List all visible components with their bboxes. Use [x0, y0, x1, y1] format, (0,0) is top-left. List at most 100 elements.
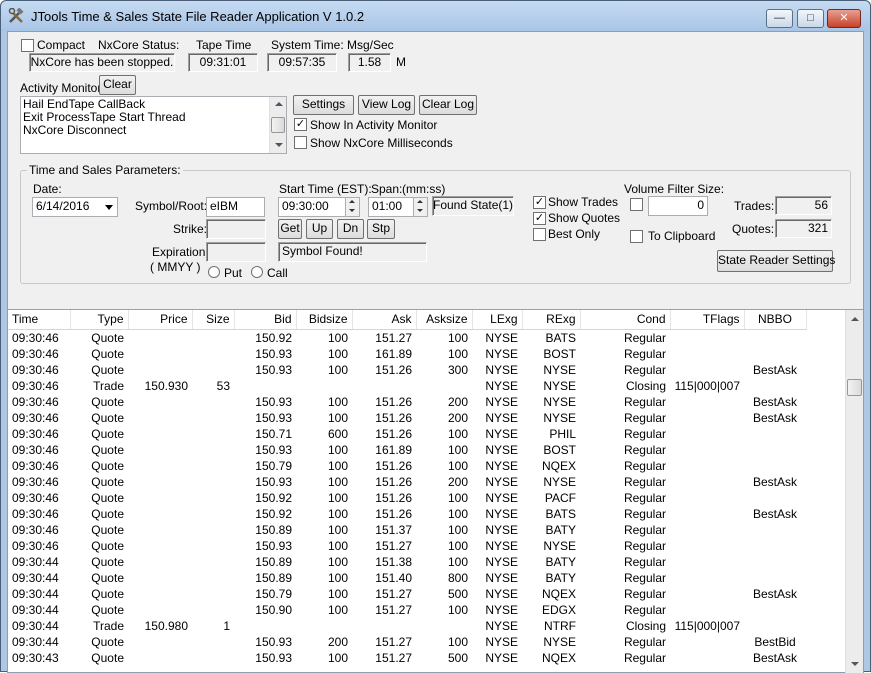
col-header-lexg[interactable]: LExg [472, 310, 523, 330]
table-row[interactable]: 09:30:46 Quote 150.93 100 161.89 100 NYSE BOST R… [8, 442, 806, 458]
table-row[interactable]: 09:30:46 Quote 150.92 100 151.26 100 NYSE BATS R… [8, 506, 806, 522]
table-row[interactable]: 09:30:46 Trade 150.930 53 NYSE NYSE Closing 115… [8, 378, 806, 394]
table-row[interactable]: 09:30:46 Quote 150.92 100 151.26 100 NYSE PACF R… [8, 490, 806, 506]
col-header-tflags[interactable]: TFlags [670, 310, 745, 330]
title-bar[interactable]: JTools Time & Sales State File Reader Ap… [1, 1, 870, 31]
cell-ask: 151.26 [375, 410, 412, 425]
volume-filter-input[interactable]: 0 [648, 196, 708, 216]
table-row[interactable]: 09:30:44 Quote 150.79 100 151.27 500 NYSE NQEX R… [8, 586, 806, 602]
col-header-time[interactable]: Time [8, 310, 71, 330]
scroll-up-icon[interactable] [275, 102, 283, 106]
stp-button[interactable]: Stp [367, 219, 395, 239]
show-quotes-checkbox[interactable]: ✓ [533, 212, 546, 225]
show-trades-checkbox[interactable]: ✓ [533, 196, 546, 209]
dn-button[interactable]: Dn [337, 219, 364, 239]
show-ms-checkbox[interactable] [294, 136, 307, 149]
strike-input[interactable] [206, 219, 266, 239]
expiration-label: Expiration: [152, 245, 209, 259]
cell-tflags [670, 442, 744, 458]
cell-price [128, 394, 192, 410]
show-in-monitor-checkbox[interactable]: ✓ [294, 118, 307, 131]
cell-price [128, 329, 192, 346]
close-button[interactable]: ✕ [827, 9, 861, 28]
state-reader-settings-button[interactable]: State Reader Settings [717, 250, 835, 272]
spin-up-icon[interactable] [349, 200, 355, 203]
cell-bid: 150.93 [255, 538, 292, 553]
col-header-bidsize[interactable]: Bidsize [296, 310, 353, 330]
cell-bid: 150.93 [255, 362, 292, 377]
cell-type: Quote [91, 522, 124, 537]
activity-clear-button[interactable]: Clear [99, 75, 136, 95]
activity-scrollbar[interactable] [269, 97, 286, 153]
table-row[interactable]: 09:30:44 Quote 150.93 200 151.27 100 NYSE NYSE R… [8, 634, 806, 650]
table-row[interactable]: 09:30:46 Quote 150.89 100 151.37 100 NYSE BATY R… [8, 522, 806, 538]
cell-nbbo [744, 570, 806, 586]
table-row[interactable]: 09:30:43 Quote 150.93 100 151.27 500 NYSE NQEX R… [8, 650, 806, 666]
table-row[interactable]: 09:30:44 Quote 150.89 100 151.38 100 NYSE BATY R… [8, 554, 806, 570]
to-clipboard-checkbox[interactable] [630, 230, 643, 243]
activity-monitor-log[interactable]: Hail EndTape CallBack Exit ProcessTape S… [20, 96, 287, 154]
compact-checkbox[interactable] [21, 39, 34, 52]
scroll-down-icon[interactable] [275, 143, 283, 147]
col-header-cond[interactable]: Cond [580, 310, 671, 330]
scroll-up-icon[interactable] [851, 317, 859, 321]
up-button[interactable]: Up [306, 219, 333, 239]
col-header-rexg[interactable]: RExg [522, 310, 581, 330]
scroll-down-icon[interactable] [851, 662, 859, 666]
table-row[interactable]: 09:30:46 Quote 150.93 100 151.26 200 NYSE NYSE R… [8, 394, 806, 410]
grid-scrollbar[interactable] [845, 310, 863, 673]
activity-scroll-thumb[interactable] [271, 117, 285, 133]
table-row[interactable]: 09:30:44 Quote 150.89 100 151.40 800 NYSE BATY R… [8, 570, 806, 586]
expiration-input[interactable] [206, 242, 266, 262]
table-row[interactable]: 09:30:46 Quote 150.93 100 151.27 100 NYSE NYSE R… [8, 538, 806, 554]
activity-lines: Hail EndTape CallBack Exit ProcessTape S… [23, 98, 186, 137]
spin-up-icon[interactable] [417, 200, 423, 203]
cell-rexg: BATY [545, 554, 576, 569]
best-only-checkbox[interactable] [533, 228, 546, 241]
clear-log-button[interactable]: Clear Log [419, 95, 477, 115]
table-row[interactable]: 09:30:44 Quote 150.90 100 151.27 100 NYSE EDGX R… [8, 602, 806, 618]
table-row[interactable]: 09:30:46 Quote 150.71 600 151.26 100 NYSE PHIL R… [8, 426, 806, 442]
table-row[interactable]: 09:30:46 Quote 150.93 100 151.26 200 NYSE NYSE R… [8, 410, 806, 426]
cell-bid: 150.93 [255, 394, 292, 409]
table-row[interactable]: 09:30:46 Quote 150.79 100 151.26 100 NYSE NQEX R… [8, 458, 806, 474]
grid-scroll-thumb[interactable] [847, 379, 862, 396]
cell-bid: 150.93 [255, 474, 292, 489]
maximize-button[interactable]: □ [797, 9, 824, 28]
cell-rexg: NYSE [543, 394, 576, 409]
col-header-ask[interactable]: Ask [352, 310, 417, 330]
symbol-input[interactable]: eIBM [206, 197, 265, 217]
col-header-nbbo[interactable]: NBBO [744, 310, 807, 330]
date-picker[interactable]: 6/14/2016 [32, 197, 118, 217]
col-header-size[interactable]: Size [192, 310, 235, 330]
table-row[interactable]: 09:30:46 Quote 150.93 100 151.26 200 NYSE NYSE R… [8, 474, 806, 490]
table-row[interactable]: 09:30:46 Quote 150.93 100 151.26 300 NYSE NYSE R… [8, 362, 806, 378]
span-spinner[interactable] [413, 198, 427, 216]
cell-type: Quote [91, 474, 124, 489]
cell-size [192, 394, 234, 410]
spin-down-icon[interactable] [417, 209, 423, 212]
col-header-type[interactable]: Type [70, 310, 129, 330]
cell-rexg: NYSE [543, 362, 576, 377]
volume-filter-checkbox[interactable] [630, 198, 643, 211]
table-row[interactable]: 09:30:46 Quote 150.93 100 161.89 100 NYSE BOST R… [8, 346, 806, 362]
cell-rexg: NYSE [543, 474, 576, 489]
view-log-button[interactable]: View Log [358, 95, 415, 115]
table-row[interactable]: 09:30:46 Quote 150.92 100 151.27 100 NYSE BATS R… [8, 329, 806, 346]
col-header-bid[interactable]: Bid [234, 310, 297, 330]
col-header-asksize[interactable]: Asksize [416, 310, 473, 330]
get-button[interactable]: Get [278, 219, 302, 239]
spin-down-icon[interactable] [349, 209, 355, 212]
dropdown-arrow-icon[interactable] [105, 205, 113, 210]
put-radio[interactable] [208, 266, 220, 278]
cell-cond: Regular [623, 586, 666, 601]
span-input[interactable]: 01:00 [368, 197, 428, 217]
minimize-button[interactable]: — [766, 9, 793, 28]
col-header-price[interactable]: Price [128, 310, 193, 330]
start-time-input[interactable]: 09:30:00 [278, 197, 360, 217]
start-time-spinner[interactable] [345, 198, 359, 216]
call-radio[interactable] [251, 266, 263, 278]
settings-button[interactable]: Settings [293, 95, 354, 115]
table-row[interactable]: 09:30:44 Trade 150.980 1 NYSE NTRF Closing 115|… [8, 618, 806, 634]
time-sales-grid[interactable]: Time Type Price Size Bid Bidsize Ask Ask… [8, 309, 863, 673]
